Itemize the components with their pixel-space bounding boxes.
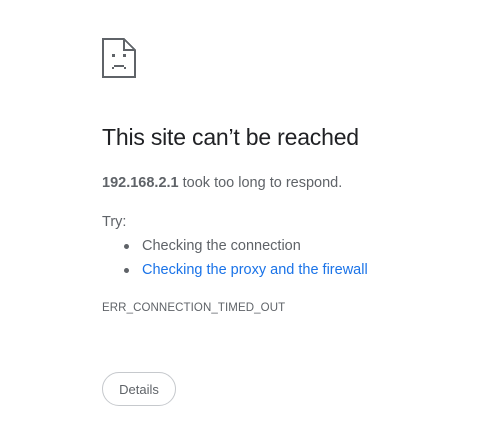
error-summary: 192.168.2.1 took too long to respond.	[102, 175, 342, 191]
suggestion-item: Checking the proxy and the firewall	[124, 262, 368, 286]
summary-message: took too long to respond.	[178, 175, 343, 191]
error-page: This site can’t be reached 192.168.2.1 t…	[0, 0, 497, 441]
suggestion-list: Checking the connection Checking the pro…	[124, 238, 368, 286]
suggestion-check-connection: Checking the connection	[142, 238, 301, 254]
page-title: This site can’t be reached	[102, 124, 359, 150]
sad-page-icon	[102, 38, 136, 78]
bullet-icon	[124, 268, 129, 273]
bullet-icon	[124, 244, 129, 249]
proxy-firewall-link[interactable]: Checking the proxy and the firewall	[142, 262, 368, 278]
try-label: Try:	[102, 214, 127, 230]
details-button[interactable]: Details	[102, 372, 176, 406]
error-code: ERR_CONNECTION_TIMED_OUT	[102, 302, 286, 314]
host-address: 192.168.2.1	[102, 175, 179, 191]
suggestion-item: Checking the connection	[124, 238, 368, 262]
